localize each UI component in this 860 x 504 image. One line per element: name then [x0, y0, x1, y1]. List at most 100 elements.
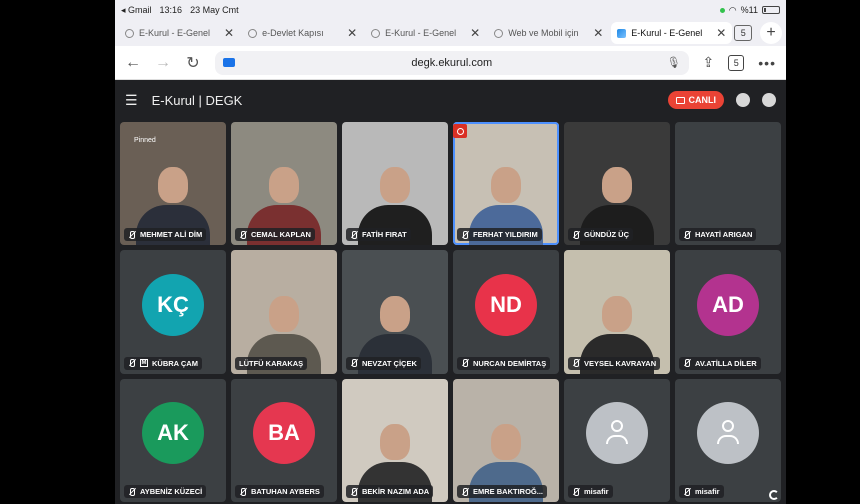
reload-icon[interactable]: ↻ [185, 53, 201, 73]
site-favicon-icon [617, 28, 627, 38]
hamburger-menu-icon[interactable]: ☰ [125, 92, 138, 109]
avatar-initials: AD [712, 291, 744, 317]
close-tab-icon[interactable]: ✕ [716, 26, 726, 40]
pin-icon[interactable] [453, 124, 467, 138]
close-tab-icon[interactable]: ✕ [224, 26, 234, 40]
ipad-screen: ◂ Gmail 13:16 23 May Cmt ◠ %11 E-Kurul -… [115, 0, 786, 504]
url-field[interactable]: degk.ekurul.com 🎙 [215, 50, 689, 75]
participant-tile[interactable]: BEKİR NAZIM ADA [342, 378, 448, 502]
participant-grid: Pinned MEHMET ALİ DİM CEMAL KAPLAN FATİH FI… [115, 120, 786, 504]
tab-label: e-Devlet Kapısı [262, 28, 324, 38]
participant-tile[interactable]: FATİH FIRAT [342, 122, 448, 246]
back-to-app-link[interactable]: ◂ Gmail [121, 5, 152, 16]
participant-tile[interactable]: misafir [564, 378, 670, 502]
mic-off-icon [128, 487, 136, 496]
app-title: E-Kurul | DEGK [151, 92, 243, 108]
participant-nameplate: GÜNDÜZ ÜÇ [568, 228, 666, 242]
mic-off-icon [683, 487, 691, 496]
participant-tile[interactable]: GÜNDÜZ ÜÇ [564, 122, 670, 246]
participant-nameplate: M KÜBRA ÇAM [124, 356, 222, 370]
participant-nameplate: MEHMET ALİ DİM [124, 228, 222, 242]
site-favicon-icon [125, 28, 134, 38]
browser-tab[interactable]: E-Kurul - E-Genel ✕ [611, 22, 733, 44]
participant-name: NEVZAT ÇİÇEK [362, 358, 417, 368]
mic-off-icon [683, 230, 691, 239]
participant-nameplate: misafir [679, 485, 777, 498]
close-tab-icon[interactable]: ✕ [593, 26, 603, 40]
participant-nameplate: CEMAL KAPLAN [235, 228, 333, 242]
participant-tile[interactable]: NEVZAT ÇİÇEK [342, 250, 448, 374]
new-tab-button[interactable]: + [760, 22, 782, 44]
participant-nameplate: NURCAN DEMİRTAŞ [457, 356, 555, 370]
mic-off-icon [239, 487, 247, 496]
mic-off-icon [572, 487, 580, 496]
forward-arrow-icon[interactable]: → [155, 54, 171, 72]
browser-tab[interactable]: e-Devlet Kapısı ✕ [242, 22, 363, 44]
close-tab-icon[interactable]: ✕ [347, 26, 357, 40]
status-bar: ◂ Gmail 13:16 23 May Cmt ◠ %11 [115, 0, 786, 20]
participant-nameplate: VEYSEL KAVRAYAN [568, 356, 666, 370]
live-badge[interactable]: CANLI [667, 91, 724, 109]
participant-video [231, 122, 337, 246]
browser-tab[interactable]: E-Kurul - E-Genel ✕ [119, 22, 240, 44]
participant-tile[interactable]: VEYSEL KAVRAYAN [564, 250, 670, 374]
account-icon[interactable] [762, 93, 776, 107]
participant-name: GÜNDÜZ ÜÇ [584, 230, 629, 240]
avatar-initials: BA [268, 419, 300, 445]
pinned-label: Pinned [134, 137, 156, 144]
more-menu-icon[interactable]: ••• [758, 55, 776, 71]
participant-nameplate: FERHAT YILDIRIM [457, 228, 555, 242]
mic-off-icon [239, 230, 247, 239]
participant-tile[interactable]: LÜTFÜ KARAKAŞ [231, 250, 337, 374]
participant-video [564, 122, 670, 246]
battery-icon [762, 6, 780, 14]
tab-overview-button[interactable]: 5 [734, 25, 753, 41]
participant-tile[interactable]: misafir [675, 378, 781, 502]
share-icon[interactable]: ⇪ [703, 54, 715, 71]
close-tab-icon[interactable]: ✕ [470, 26, 480, 40]
live-label: CANLI [688, 95, 717, 105]
participant-tile[interactable]: KÇ M KÜBRA ÇAM [120, 250, 226, 374]
mic-off-icon [350, 487, 358, 496]
browser-tab[interactable]: Web ve Mobil için ✕ [488, 22, 609, 44]
back-arrow-icon[interactable]: ← [125, 54, 141, 72]
participant-tile[interactable]: Pinned MEHMET ALİ DİM [120, 122, 226, 246]
notification-bell-icon[interactable] [736, 93, 750, 107]
wifi-icon: ◠ [728, 4, 737, 15]
browser-tab[interactable]: E-Kurul - E-Genel ✕ [365, 22, 486, 44]
battery-percent: %11 [740, 5, 758, 15]
participant-name: LÜTFÜ KARAKAŞ [239, 358, 304, 368]
participant-video [342, 379, 448, 502]
guest-avatar-icon [586, 401, 648, 464]
participant-nameplate: LÜTFÜ KARAKAŞ [235, 356, 333, 370]
participant-avatar: AK [142, 401, 204, 464]
mic-off-icon [350, 359, 358, 368]
participant-tile[interactable]: FERHAT YILDIRIM [453, 122, 559, 246]
participant-name: AV.ATİLLA DİLER [695, 358, 757, 368]
mic-off-icon [128, 230, 136, 239]
mic-off-icon [683, 359, 691, 368]
site-favicon-icon [371, 28, 381, 38]
participant-tile[interactable]: EMRE BAKTIROĞ... [453, 378, 559, 502]
participant-tile[interactable]: HAYATİ ARIGAN [675, 122, 781, 246]
site-favicon-icon [494, 28, 504, 38]
participant-tile[interactable]: ND NURCAN DEMİRTAŞ [453, 250, 559, 374]
participant-video [453, 122, 559, 246]
camera-in-use-icon[interactable] [223, 58, 235, 67]
tab-label: E-Kurul - E-Genel [385, 28, 457, 38]
tab-count-button[interactable]: 5 [728, 54, 745, 71]
participant-avatar: KÇ [142, 273, 204, 336]
camera-in-use-indicator [719, 7, 725, 13]
participant-avatar: AD [697, 273, 759, 336]
participant-tile[interactable]: AK AYBENİZ KÜZECİ [120, 378, 226, 502]
participant-tile[interactable]: CEMAL KAPLAN [231, 122, 337, 246]
participant-tile[interactable]: AD AV.ATİLLA DİLER [675, 250, 781, 374]
browser-tab-strip: E-Kurul - E-Genel ✕ e-Devlet Kapısı ✕ E-Kuru… [115, 20, 786, 46]
mic-off-icon [350, 230, 358, 239]
participant-nameplate: EMRE BAKTIROĞ... [457, 485, 555, 498]
moderator-badge-icon: M [140, 359, 148, 368]
participant-tile[interactable]: BA BATUHAN AYBERS [231, 378, 337, 502]
participant-nameplate: FATİH FIRAT [346, 228, 444, 242]
voice-search-icon[interactable]: 🎙 [667, 56, 681, 69]
tab-label: E-Kurul - E-Genel [631, 28, 703, 38]
